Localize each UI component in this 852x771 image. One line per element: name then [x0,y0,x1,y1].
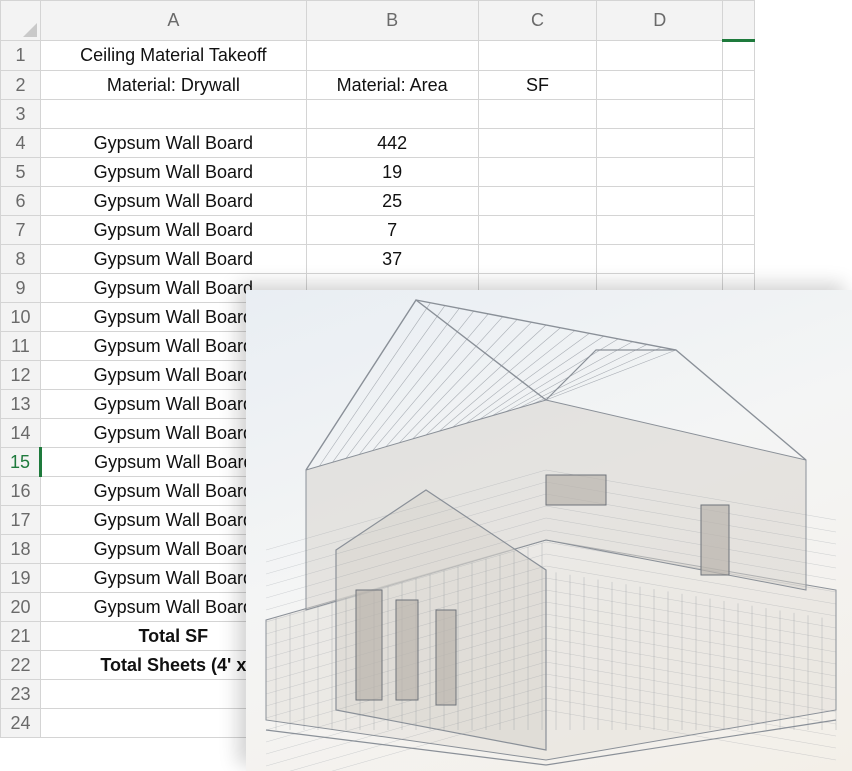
cell-a[interactable]: Ceiling Material Takeoff [39,40,307,71]
cell-d[interactable] [596,128,724,158]
row-header[interactable]: 24 [0,708,41,738]
cell-d[interactable] [596,99,724,129]
cell-d[interactable] [596,186,724,216]
row-header[interactable]: 13 [0,389,41,419]
cell-a[interactable]: Gypsum Wall Board [39,215,307,245]
cell-e[interactable] [722,99,755,129]
select-all-corner[interactable] [0,0,41,41]
cell-c[interactable] [477,215,598,245]
table-row: 4 Gypsum Wall Board 442 [0,128,755,158]
row-header[interactable]: 6 [0,186,41,216]
cell-c[interactable] [477,128,598,158]
column-header-a[interactable]: A [39,0,307,41]
row-header[interactable]: 19 [0,563,41,593]
table-row: 7 Gypsum Wall Board 7 [0,215,755,245]
cell-b[interactable]: 442 [305,128,479,158]
row-header[interactable]: 5 [0,157,41,187]
row-header[interactable]: 9 [0,273,41,303]
cell-a[interactable]: Material: Drywall [39,70,307,100]
column-header-row: A B C D [0,0,755,42]
row-header[interactable]: 22 [0,650,41,680]
cell-d[interactable] [596,40,724,71]
row-header[interactable]: 23 [0,679,41,709]
cell-c[interactable] [477,244,598,274]
house-framing-wireframe-icon [265,298,837,771]
cell-e[interactable] [722,70,755,100]
cell-a[interactable]: Gypsum Wall Board [39,128,307,158]
row-header[interactable]: 21 [0,621,41,651]
cell-c[interactable] [477,157,598,187]
cell-d[interactable] [596,70,724,100]
cell-a[interactable] [39,99,307,129]
row-header[interactable]: 20 [0,592,41,622]
cell-e[interactable] [722,244,755,274]
column-header-e[interactable] [722,0,755,42]
cell-b[interactable]: 19 [305,157,479,187]
row-header[interactable]: 7 [0,215,41,245]
cell-b[interactable]: 37 [305,244,479,274]
row-header[interactable]: 15 [0,447,42,477]
row-header[interactable]: 18 [0,534,41,564]
cell-c[interactable] [477,99,598,129]
table-row: 3 [0,99,755,129]
cell-e[interactable] [722,128,755,158]
row-header[interactable]: 14 [0,418,41,448]
cell-b[interactable]: 25 [305,186,479,216]
table-row: 6 Gypsum Wall Board 25 [0,186,755,216]
column-header-c[interactable]: C [477,0,598,41]
cell-a[interactable]: Gypsum Wall Board [39,244,307,274]
row-header[interactable]: 10 [0,302,41,332]
cell-a[interactable]: Gypsum Wall Board [39,186,307,216]
column-header-d[interactable]: D [596,0,724,41]
row-header[interactable]: 4 [0,128,41,158]
cell-e[interactable] [722,186,755,216]
cell-b[interactable]: 7 [305,215,479,245]
table-row: 5 Gypsum Wall Board 19 [0,157,755,187]
row-header[interactable]: 12 [0,360,41,390]
cell-b[interactable] [305,40,479,71]
row-header[interactable]: 11 [0,331,41,361]
row-header[interactable]: 1 [0,40,41,71]
table-row: 8 Gypsum Wall Board 37 [0,244,755,274]
cell-c[interactable] [477,186,598,216]
row-header[interactable]: 3 [0,99,41,129]
table-row: 2 Material: Drywall Material: Area SF [0,70,755,100]
table-row: 1 Ceiling Material Takeoff [0,40,755,71]
cell-d[interactable] [596,215,724,245]
cell-d[interactable] [596,157,724,187]
cell-a[interactable]: Gypsum Wall Board [39,157,307,187]
house-model-image [246,290,852,771]
row-header[interactable]: 16 [0,476,41,506]
cell-b[interactable]: Material: Area [305,70,479,100]
cell-b[interactable] [305,99,479,129]
cell-e[interactable] [722,157,755,187]
cell-e[interactable] [722,215,755,245]
cell-c[interactable]: SF [477,70,598,100]
row-header[interactable]: 17 [0,505,41,535]
cell-d[interactable] [596,244,724,274]
column-header-b[interactable]: B [305,0,479,41]
cell-c[interactable] [477,40,598,71]
row-header[interactable]: 8 [0,244,41,274]
cell-e[interactable] [722,40,755,71]
row-header[interactable]: 2 [0,70,41,100]
